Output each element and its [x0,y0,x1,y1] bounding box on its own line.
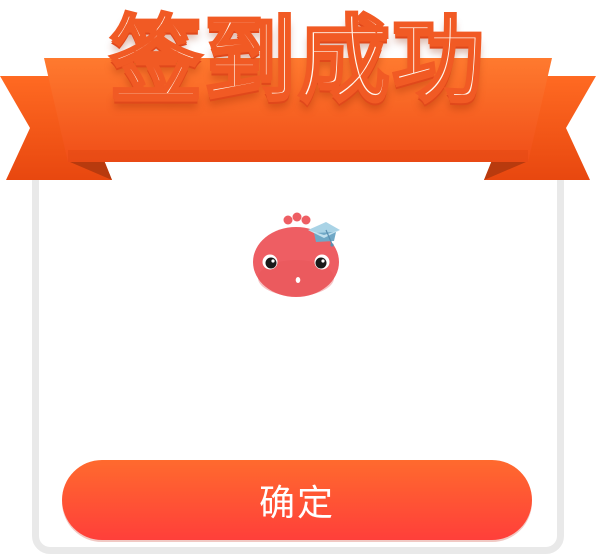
checkin-success-dialog: 签到成功 确定 [0,0,596,556]
ribbon-band-shade [68,150,528,162]
confirm-button[interactable]: 确定 [62,460,532,540]
dialog-title: 签到成功 [108,5,486,115]
confirm-button-label: 确定 [258,483,335,524]
octopus-graduate-mascot-icon [253,212,340,297]
